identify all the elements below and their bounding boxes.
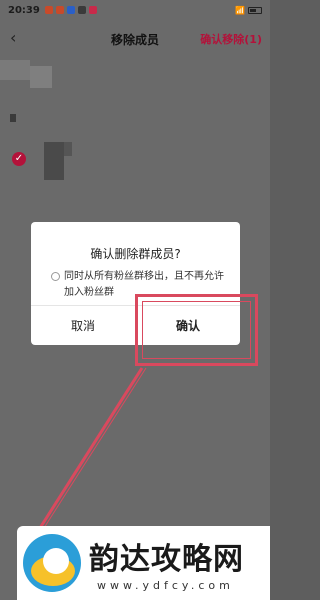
watermark-title: 韵达攻略网 [89,542,244,577]
site-logo-icon [23,534,81,592]
site-watermark: 韵达攻略网 www.ydfcy.com [17,526,270,600]
annotation-arrow-icon [38,367,147,529]
watermark-url: www.ydfcy.com [97,579,234,592]
